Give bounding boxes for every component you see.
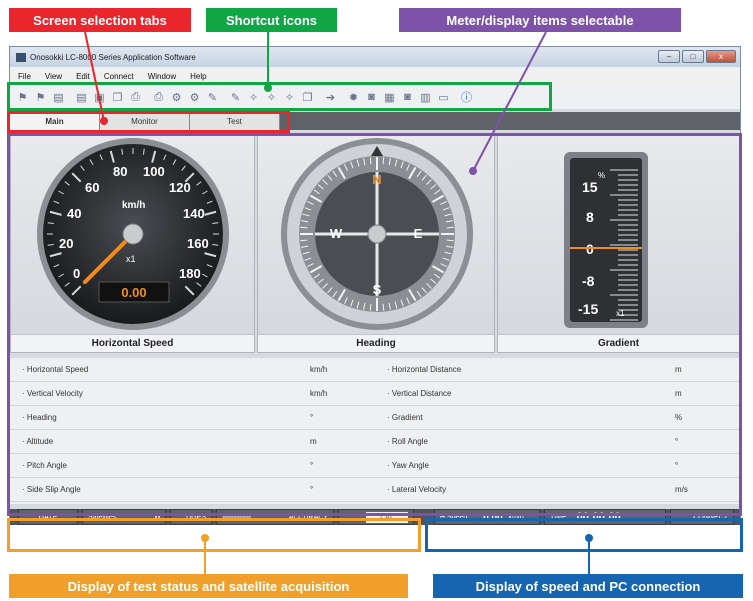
highlight-shortcuts <box>7 82 552 111</box>
callout-meter-items: Meter/display items selectable <box>399 8 681 32</box>
menu-file[interactable]: File <box>18 72 31 81</box>
highlight-test-status <box>7 518 421 552</box>
menu-connect[interactable]: Connect <box>104 72 134 81</box>
menu-help[interactable]: Help <box>190 72 206 81</box>
annotated-screenshot: Screen selection tabs Shortcut icons Met… <box>0 0 753 601</box>
highlight-speed-connection <box>425 518 743 552</box>
maximize-button[interactable]: □ <box>682 50 704 63</box>
callout-speed-connection: Display of speed and PC connection <box>433 574 743 598</box>
highlight-meters <box>7 133 742 516</box>
app-icon <box>16 52 26 62</box>
highlight-tabs <box>7 111 290 133</box>
minimize-button[interactable]: – <box>658 50 680 63</box>
menu-window[interactable]: Window <box>148 72 176 81</box>
callout-shortcut-icons: Shortcut icons <box>206 8 337 32</box>
callout-screen-tabs: Screen selection tabs <box>9 8 191 32</box>
title-bar: Onosokki LC-8000 Series Application Soft… <box>10 47 740 67</box>
menu-edit[interactable]: Edit <box>76 72 90 81</box>
window-title: Onosokki LC-8000 Series Application Soft… <box>30 52 196 62</box>
callout-test-status: Display of test status and satellite acq… <box>9 574 408 598</box>
menu-view[interactable]: View <box>45 72 62 81</box>
close-button[interactable]: x <box>706 50 736 63</box>
